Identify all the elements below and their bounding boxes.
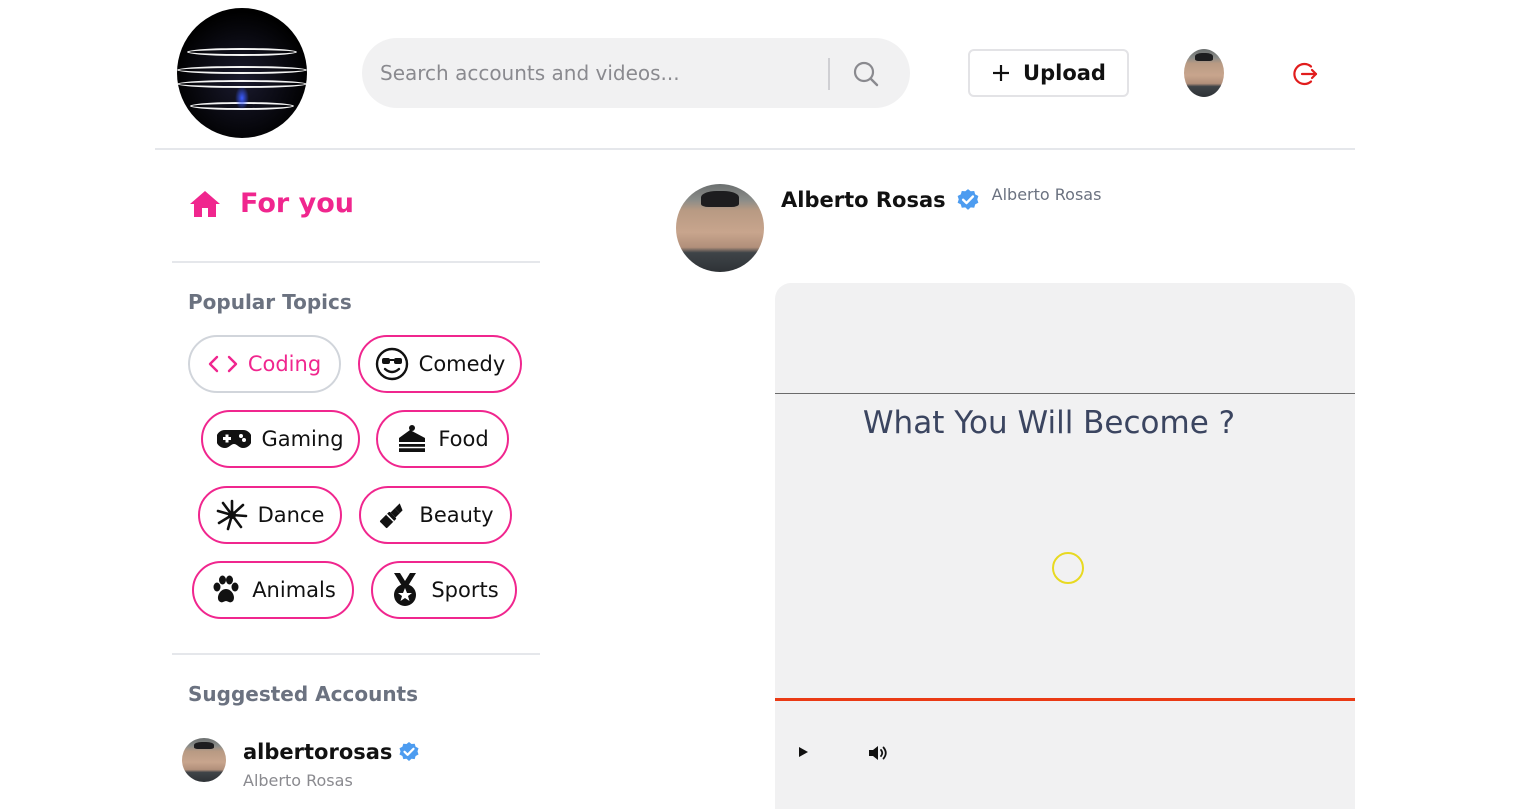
suggested-account[interactable]: albertorosas Alberto Rosas — [182, 738, 482, 808]
paw-icon — [213, 575, 239, 603]
post-author-avatar[interactable] — [676, 184, 764, 272]
loading-spinner — [1052, 552, 1084, 584]
post-author-name[interactable]: Alberto Rosas — [781, 188, 946, 212]
nav-for-you[interactable]: For you — [188, 188, 354, 219]
sidebar: For you Popular Topics Coding Comedy Gam… — [172, 150, 540, 809]
topic-label: Food — [438, 427, 489, 451]
topic-comedy[interactable]: Comedy — [358, 335, 522, 393]
suggested-accounts-title: Suggested Accounts — [188, 682, 419, 706]
video-progress-bar[interactable] — [775, 698, 1355, 701]
topic-label: Dance — [257, 503, 325, 527]
play-icon[interactable] — [795, 743, 811, 761]
topic-label: Gaming — [261, 427, 344, 451]
topic-label: Beauty — [419, 503, 494, 527]
topic-label: Coding — [247, 352, 322, 376]
search-bar — [362, 38, 910, 108]
plus-icon — [993, 65, 1010, 81]
topic-label: Animals — [252, 578, 336, 602]
topic-dance[interactable]: Dance — [198, 486, 342, 544]
upload-label: Upload — [1023, 61, 1106, 85]
search-icon[interactable] — [852, 60, 880, 88]
top-header: Upload — [155, 0, 1355, 150]
video-player[interactable]: What You Will Become ? — [775, 283, 1355, 809]
verified-badge-icon — [957, 189, 979, 210]
cake-slice-icon — [399, 425, 426, 452]
logo-glow — [235, 86, 249, 110]
divider — [172, 261, 540, 263]
topic-label: Sports — [431, 578, 499, 602]
logout-icon[interactable] — [1291, 60, 1319, 88]
splash-icon — [216, 499, 247, 531]
search-divider — [828, 58, 830, 90]
lipstick-icon — [380, 503, 403, 529]
logo-ring — [187, 48, 297, 56]
nav-for-you-label: For you — [240, 188, 354, 219]
topic-animals[interactable]: Animals — [192, 561, 354, 619]
suggested-username: albertorosas — [243, 740, 393, 764]
suggested-avatar — [182, 738, 226, 782]
volume-icon[interactable] — [867, 743, 891, 763]
suggested-username-row: albertorosas — [243, 740, 420, 764]
post-author-subname: Alberto Rosas — [991, 184, 1102, 204]
suggested-fullname: Alberto Rosas — [243, 771, 353, 790]
profile-avatar[interactable] — [1184, 49, 1224, 97]
post-author: Alberto Rosas Alberto Rosas — [781, 184, 1102, 213]
topic-food[interactable]: Food — [376, 410, 509, 468]
topic-beauty[interactable]: Beauty — [359, 486, 512, 544]
home-icon — [190, 190, 220, 217]
popular-topics-title: Popular Topics — [188, 290, 352, 314]
upload-button[interactable]: Upload — [968, 49, 1129, 97]
sunglasses-face-icon — [375, 347, 408, 381]
topic-coding[interactable]: Coding — [188, 335, 341, 393]
topic-label: Comedy — [418, 352, 506, 376]
topic-gaming[interactable]: Gaming — [201, 410, 360, 468]
verified-badge-icon — [399, 742, 419, 761]
code-icon — [208, 355, 238, 373]
logo-ring — [177, 66, 307, 74]
search-input[interactable] — [380, 56, 820, 90]
video-caption: What You Will Become ? — [862, 405, 1236, 441]
medal-icon — [394, 573, 417, 606]
gamepad-icon — [217, 430, 252, 448]
site-logo[interactable] — [177, 8, 307, 138]
topic-sports[interactable]: Sports — [371, 561, 517, 619]
video-frame-line — [775, 393, 1355, 394]
divider — [172, 653, 540, 655]
